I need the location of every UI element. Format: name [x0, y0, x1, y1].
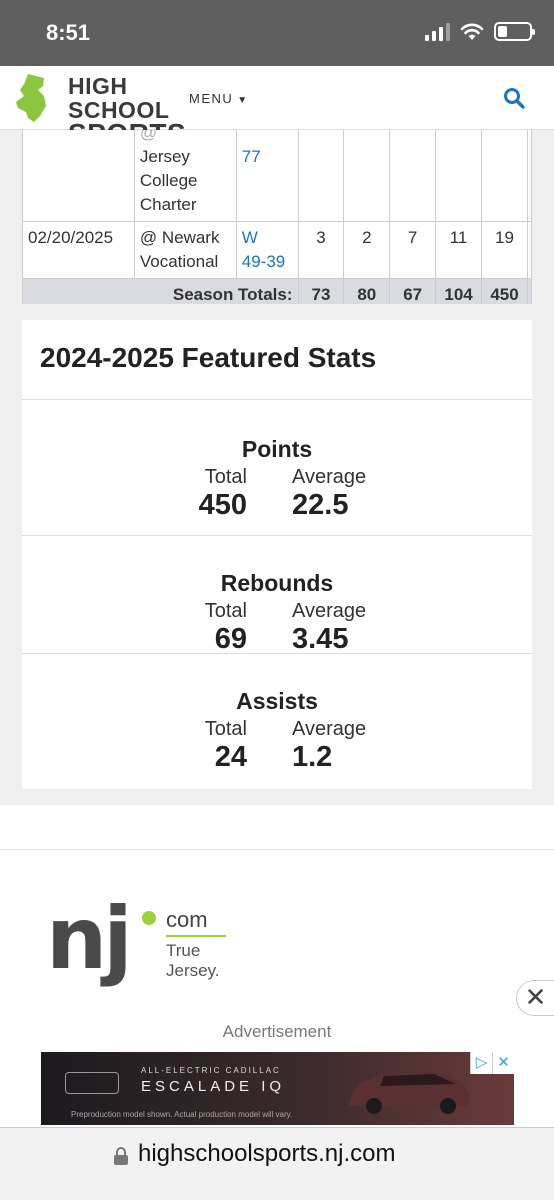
- stat-cell: 19: [481, 221, 528, 279]
- nj-dot-com: com: [166, 907, 208, 932]
- green-dot-icon: [142, 911, 156, 925]
- new-jersey-state-icon: [16, 74, 46, 122]
- result-cell[interactable]: 77: [235, 130, 299, 222]
- logo-line-1: HIGH SCHOOL: [68, 73, 170, 123]
- nj-tag-line-2: Jersey.: [166, 961, 220, 980]
- total-cell: 73: [297, 278, 345, 304]
- wifi-icon: [460, 23, 484, 40]
- cellular-signal-icon: [425, 22, 450, 41]
- site-logo[interactable]: HIGH SCHOOL SPORTS: [14, 70, 186, 148]
- total-cell: 104: [435, 278, 483, 304]
- status-bar: 8:51: [0, 0, 554, 66]
- opponent-cell: @ Jersey College Charter: [133, 130, 237, 222]
- average-value: 3.45: [292, 623, 349, 655]
- total-label: Total: [204, 600, 247, 622]
- battery-icon: [494, 22, 535, 41]
- ad-choices-icon[interactable]: ▷: [470, 1052, 492, 1074]
- average-label: Average: [292, 600, 367, 622]
- ad-brand: ALL-ELECTRIC CADILLAC: [141, 1066, 281, 1075]
- stat-cell: 7: [389, 221, 437, 279]
- ad-close-button[interactable]: ✕: [516, 980, 554, 1016]
- browser-url-bar[interactable]: highschoolsports.nj.com: [0, 1127, 554, 1200]
- date-cell: 02/20/2025: [22, 221, 135, 279]
- total-cell: 450: [481, 278, 528, 304]
- site-header: HIGH SCHOOL SPORTS MENU▼: [0, 66, 554, 148]
- close-icon[interactable]: ✕: [492, 1052, 514, 1074]
- table-row: 02/20/2025 @ Newark Vocational W 49-39 3 …: [22, 221, 532, 279]
- stat-points: Points Total Average 450 22.5: [22, 400, 532, 536]
- game-log-table: @ Jersey College Charter 77 02/20/2025 @…: [22, 130, 532, 304]
- opponent-cell: @ Newark Vocational: [133, 221, 237, 279]
- ad-fine-print: Preproduction model shown. Actual produc…: [71, 1110, 293, 1119]
- result-link[interactable]: 77: [242, 147, 261, 166]
- ad-choices[interactable]: ▷ ✕: [470, 1052, 514, 1074]
- status-icons: [425, 22, 535, 41]
- result-cell[interactable]: W 49-39: [235, 221, 299, 279]
- cadillac-crest-icon: [65, 1072, 119, 1094]
- average-label: Average: [292, 466, 367, 488]
- menu-button[interactable]: MENU ▼: [189, 91, 249, 106]
- nj-brand: nj: [46, 889, 133, 989]
- season-totals-label: Season Totals:: [22, 278, 299, 304]
- stat-name: Points: [241, 436, 313, 462]
- caret-down-icon: ▼: [237, 95, 249, 106]
- table-row: @ Jersey College Charter 77: [22, 130, 532, 222]
- logo-underline: [166, 935, 226, 937]
- ad-model: ESCALADE IQ: [141, 1078, 286, 1095]
- ad-label: Advertisement: [222, 1022, 332, 1041]
- divider: [0, 849, 554, 850]
- stat-assists: Assists Total Average 24 1.2: [22, 654, 532, 773]
- stat-rebounds: Rebounds Total Average 69 3.45: [22, 536, 532, 655]
- total-cell: 80: [343, 278, 391, 304]
- nj-tag-line-1: True: [166, 941, 201, 960]
- stat-cell: 2: [343, 221, 391, 279]
- total-value: 24: [214, 741, 247, 773]
- average-value: 1.2: [292, 741, 333, 773]
- total-label: Total: [204, 718, 247, 740]
- nj-com-logo[interactable]: nj com True Jersey.: [46, 891, 236, 987]
- featured-stats-card: 2024-2025 Featured Stats Points Total Av…: [22, 320, 532, 789]
- stat-name: Assists: [236, 688, 318, 714]
- result-link[interactable]: W 49-39: [242, 228, 285, 271]
- car-image: [350, 1072, 470, 1114]
- total-value: 69: [214, 623, 247, 655]
- lock-icon: [114, 1147, 128, 1165]
- menu-label: MENU: [189, 91, 234, 106]
- ad-banner[interactable]: ALL-ELECTRIC CADILLAC ESCALADE IQ Prepro…: [41, 1052, 514, 1125]
- total-cell: 67: [389, 278, 437, 304]
- stat-name: Rebounds: [220, 570, 334, 596]
- close-icon: ✕: [524, 982, 547, 1012]
- search-icon[interactable]: [502, 86, 526, 110]
- season-totals-row: Season Totals: 73 80 67 104 450: [22, 278, 532, 304]
- featured-stats-title: 2024-2025 Featured Stats: [22, 320, 532, 400]
- total-label: Total: [204, 466, 247, 488]
- url-text[interactable]: highschoolsports.nj.com: [138, 1140, 395, 1168]
- stat-cell: 3: [297, 221, 345, 279]
- average-value: 22.5: [292, 489, 349, 521]
- average-label: Average: [292, 718, 367, 740]
- status-time: 8:51: [46, 20, 91, 45]
- total-value: 450: [198, 489, 247, 521]
- stat-cell: 11: [435, 221, 483, 279]
